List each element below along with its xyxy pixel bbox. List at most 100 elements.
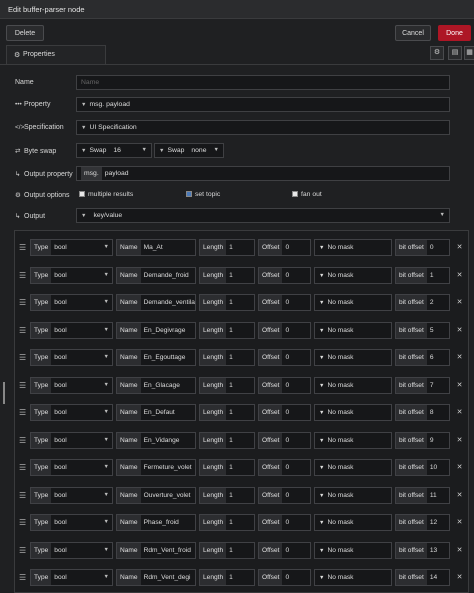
mask-select[interactable]: ▼ No mask [314,541,392,559]
drag-handle-icon[interactable]: ☰ [19,353,26,362]
done-button[interactable]: Done [438,25,471,41]
name-field[interactable]: Name Demande_froid [116,266,196,284]
length-field[interactable]: Length 1 [199,376,255,394]
typed-input-caret-icon[interactable]: ▼ [319,410,324,416]
bitoffset-field[interactable]: bit offset 14 [395,569,450,586]
type-select[interactable]: Type bool ▼ [30,569,113,586]
typed-input-caret-icon[interactable]: ▼ [81,213,86,219]
name-field[interactable]: Name Ma_At [116,239,196,256]
mask-select[interactable]: ▼ No mask [314,486,392,504]
drag-handle-icon[interactable]: ☰ [19,546,26,555]
typed-input-caret-icon[interactable]: ▼ [319,383,324,389]
typed-input-caret-icon[interactable]: ▼ [319,493,324,499]
drag-handle-icon[interactable]: ☰ [19,436,26,445]
swap-select-2[interactable]: ▼ Swap none ▼ [154,143,224,158]
drag-handle-icon[interactable]: ☰ [19,573,26,582]
typed-input-caret-icon[interactable]: ▼ [81,125,86,131]
typed-input-caret-icon[interactable]: ▼ [319,438,324,444]
drag-handle-icon[interactable]: ☰ [19,463,26,472]
mask-select[interactable]: ▼ No mask [314,514,392,531]
appearance-icon[interactable]: ▦ [464,46,474,60]
bitoffset-field[interactable]: bit offset 9 [395,431,450,449]
swap-select-1[interactable]: ▼ Swap 16 ▼ [76,143,152,158]
offset-field[interactable]: Offset 0 [258,431,311,449]
specification-input[interactable]: ▼ UI Specification [76,120,450,135]
set-topic-checkbox[interactable]: set topic [186,191,220,198]
type-select[interactable]: Type bool ▼ [30,431,113,449]
name-field[interactable]: Name Ouverture_volet [116,486,196,504]
typed-input-caret-icon[interactable]: ▼ [319,575,324,581]
bitoffset-field[interactable]: bit offset 12 [395,514,450,531]
name-field[interactable]: Name En_Degivrage [116,321,196,339]
checkbox-box[interactable] [79,191,85,197]
item-list[interactable]: ☰ Type bool ▼ Name Ma_At Length 1 Offset 0 ▼ No mas… [14,230,469,593]
mask-select[interactable]: ▼ No mask [314,349,392,366]
remove-row-icon[interactable]: ✕ [455,353,464,362]
name-field[interactable]: Name En_Defaut [116,404,196,421]
settings-gear-icon[interactable]: ⚙ [430,46,444,60]
checkbox-box[interactable] [292,191,298,197]
offset-field[interactable]: Offset 0 [258,569,311,586]
mask-select[interactable]: ▼ No mask [314,459,392,476]
remove-row-icon[interactable]: ✕ [455,243,464,252]
mask-select[interactable]: ▼ No mask [314,266,392,284]
bitoffset-field[interactable]: bit offset 0 [395,239,450,256]
bitoffset-field[interactable]: bit offset 10 [395,459,450,476]
length-field[interactable]: Length 1 [199,239,255,256]
drag-handle-icon[interactable]: ☰ [19,243,26,252]
type-select[interactable]: Type bool ▼ [30,404,113,421]
type-select[interactable]: Type bool ▼ [30,541,113,559]
type-select[interactable]: Type bool ▼ [30,514,113,531]
tab-properties[interactable]: ⚙ Properties [6,45,106,64]
type-select[interactable]: Type bool ▼ [30,349,113,366]
type-select[interactable]: Type bool ▼ [30,376,113,394]
name-field[interactable]: Name En_Vidange [116,431,196,449]
type-select[interactable]: Type bool ▼ [30,486,113,504]
length-field[interactable]: Length 1 [199,486,255,504]
length-field[interactable]: Length 1 [199,514,255,531]
length-field[interactable]: Length 1 [199,294,255,311]
length-field[interactable]: Length 1 [199,404,255,421]
remove-row-icon[interactable]: ✕ [455,381,464,390]
length-field[interactable]: Length 1 [199,569,255,586]
typed-input-caret-icon[interactable]: ▼ [319,245,324,251]
output-property-prefix[interactable]: msg. [81,167,102,180]
type-select[interactable]: Type bool ▼ [30,321,113,339]
drag-handle-icon[interactable]: ☰ [19,408,26,417]
remove-row-icon[interactable]: ✕ [455,326,464,335]
drag-handle-icon[interactable]: ☰ [19,381,26,390]
mask-select[interactable]: ▼ No mask [314,321,392,339]
typed-input-caret-icon[interactable]: ▼ [81,102,86,108]
offset-field[interactable]: Offset 0 [258,459,311,476]
mask-select[interactable]: ▼ No mask [314,376,392,394]
name-field[interactable]: Name Phase_froid [116,514,196,531]
bitoffset-field[interactable]: bit offset 13 [395,541,450,559]
offset-field[interactable]: Offset 0 [258,321,311,339]
typed-input-caret-icon[interactable]: ▼ [319,465,324,471]
delete-button[interactable]: Delete [6,25,44,41]
multiple-results-checkbox[interactable]: multiple results [79,191,133,198]
remove-row-icon[interactable]: ✕ [455,408,464,417]
mask-select[interactable]: ▼ No mask [314,239,392,256]
remove-row-icon[interactable]: ✕ [455,271,464,280]
offset-field[interactable]: Offset 0 [258,294,311,311]
length-field[interactable]: Length 1 [199,349,255,366]
name-field[interactable]: Name Rdm_Vent_degi [116,569,196,586]
description-icon[interactable]: ▤ [448,46,462,60]
name-field[interactable]: Name Rdm_Vent_froid [116,541,196,559]
output-property-input[interactable]: msg. payload [76,166,450,181]
bitoffset-field[interactable]: bit offset 2 [395,294,450,311]
length-field[interactable]: Length 1 [199,321,255,339]
name-field[interactable]: Name Demande_ventila [116,294,196,311]
bitoffset-field[interactable]: bit offset 1 [395,266,450,284]
mask-select[interactable]: ▼ No mask [314,569,392,586]
bitoffset-field[interactable]: bit offset 11 [395,486,450,504]
typed-input-caret-icon[interactable]: ▼ [319,300,324,306]
offset-field[interactable]: Offset 0 [258,266,311,284]
remove-row-icon[interactable]: ✕ [455,546,464,555]
type-select[interactable]: Type bool ▼ [30,266,113,284]
offset-field[interactable]: Offset 0 [258,514,311,531]
drag-handle-icon[interactable]: ☰ [19,491,26,500]
typed-input-caret-icon[interactable]: ▼ [159,148,164,154]
bitoffset-field[interactable]: bit offset 6 [395,349,450,366]
